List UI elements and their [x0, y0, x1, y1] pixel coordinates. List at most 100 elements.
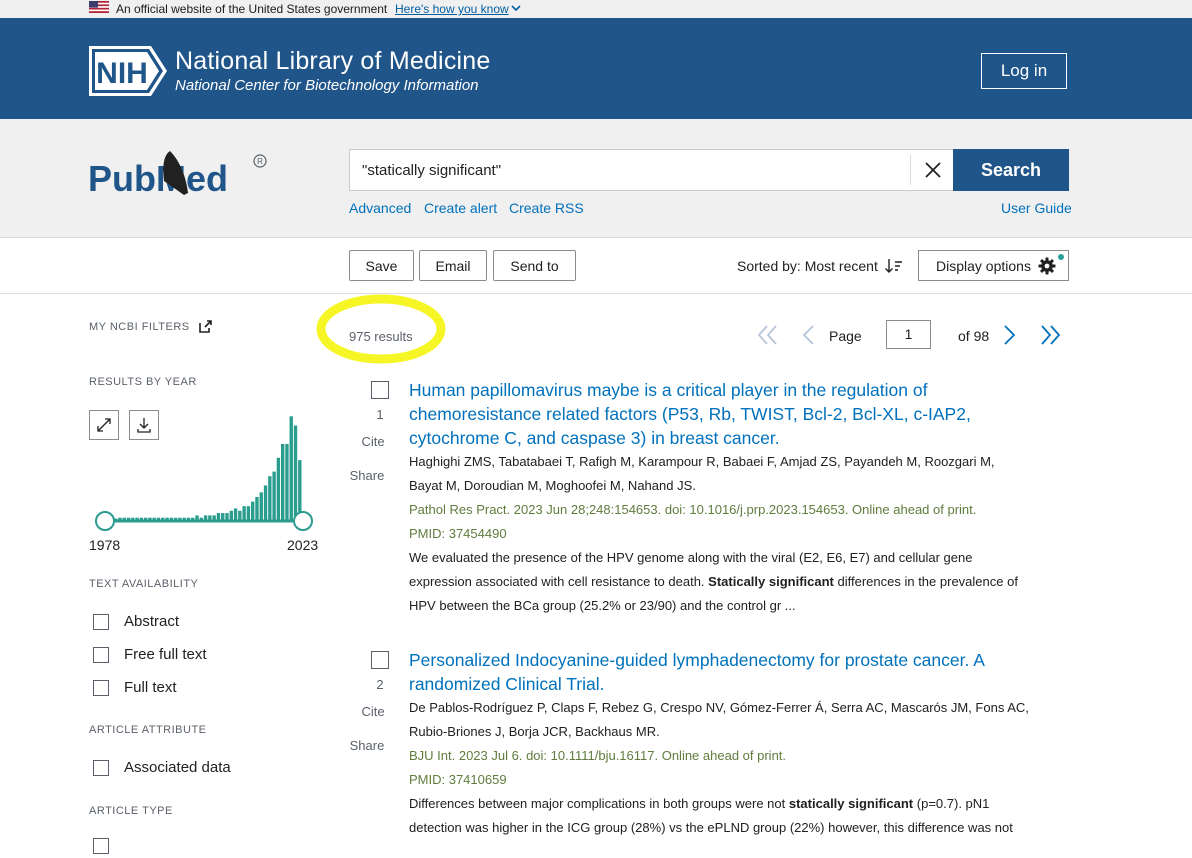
histogram-bar-2003[interactable]: [212, 515, 216, 520]
histogram-bar-2001[interactable]: [203, 515, 208, 520]
article-citation: BJU Int. 2023 Jul 6. doi: 10.1111/bju.16…: [409, 748, 787, 763]
histogram-bar-2006[interactable]: [225, 513, 229, 520]
email-button[interactable]: Email: [419, 250, 487, 281]
filter-checkbox[interactable]: [93, 760, 109, 776]
article-title-link[interactable]: Personalized Indocyanine-guided lymphade…: [409, 648, 1019, 696]
article-number: 1: [376, 407, 384, 422]
article-attribute-heading: ARTICLE ATTRIBUTE: [89, 724, 207, 736]
gov-banner: An official website of the United States…: [0, 0, 1192, 18]
histogram-bar-2021[interactable]: [289, 416, 293, 520]
histogram-bar-2016[interactable]: [268, 476, 272, 520]
nlm-title[interactable]: National Library of Medicine: [175, 47, 490, 76]
article-type-heading: ARTICLE TYPE: [89, 805, 173, 817]
share-button[interactable]: Share: [349, 468, 385, 483]
nih-logo[interactable]: NIH: [89, 46, 167, 96]
my-ncbi-filters-heading[interactable]: MY NCBI FILTERS: [89, 321, 190, 333]
article-authors: Rubio-Briones J, Borja JCR, Backhaus MR.: [409, 724, 660, 739]
user-guide-link[interactable]: User Guide: [1001, 200, 1072, 216]
filter-checkbox[interactable]: [93, 614, 109, 630]
sort-label[interactable]: Sorted by: Most recent: [737, 258, 878, 274]
histogram-bar-2009[interactable]: [238, 510, 242, 520]
year-end-label: 2023: [287, 537, 319, 553]
us-flag-icon: [89, 1, 109, 13]
external-link-icon[interactable]: [199, 320, 212, 333]
article-checkbox[interactable]: [371, 381, 389, 399]
ncbi-subtitle: National Center for Biotechnology Inform…: [175, 77, 479, 94]
heres-how-you-know-link[interactable]: Here's how you know: [395, 2, 509, 16]
nih-header: NIH National Library of Medicine Nationa…: [0, 18, 1192, 119]
filter-checkbox[interactable]: [93, 647, 109, 663]
snippet-text: differences in the prevalence of: [837, 574, 1018, 589]
histogram-bar-2004[interactable]: [216, 513, 221, 520]
search-input[interactable]: [350, 150, 910, 190]
histogram-bar-2014[interactable]: [259, 492, 263, 520]
pubmed-logo-text: PubMed: [88, 158, 228, 199]
article-citation: Pathol Res Pract. 2023 Jun 28;248:154653…: [409, 502, 977, 517]
text-availability-heading: TEXT AVAILABILITY: [89, 578, 199, 590]
histogram-bar-2019[interactable]: [280, 443, 285, 520]
download-chart-button[interactable]: [129, 410, 159, 440]
histogram-bar-2023[interactable]: [298, 460, 302, 520]
share-button[interactable]: Share: [349, 738, 385, 753]
search-area: PubMed R Search Advanced Create alert Cr…: [0, 119, 1192, 238]
create-rss-link[interactable]: Create RSS: [509, 200, 584, 216]
search-box: [349, 149, 954, 191]
toolbar-divider: [0, 293, 1192, 294]
advanced-link[interactable]: Advanced: [349, 200, 411, 216]
next-page-icon[interactable]: [1003, 323, 1017, 347]
login-button[interactable]: Log in: [981, 53, 1067, 89]
page-number-input[interactable]: 1: [886, 320, 931, 349]
year-slider-end-handle[interactable]: [293, 511, 313, 531]
article-pmid: PMID: 37410659: [409, 772, 507, 787]
send-to-button[interactable]: Send to: [493, 250, 576, 281]
display-options-button[interactable]: Display options: [918, 250, 1069, 281]
article-authors: Haghighi ZMS, Tabatabaei T, Rafigh M, Ka…: [409, 454, 995, 469]
histogram-bar-2008[interactable]: [233, 508, 238, 520]
filter-label: Associated data: [124, 759, 231, 776]
cite-button[interactable]: Cite: [349, 704, 397, 719]
histogram-bar-2007[interactable]: [229, 510, 233, 520]
chevron-down-icon[interactable]: [510, 3, 522, 13]
search-result-article: 1 Cite Share Human papillomavirus maybe …: [349, 378, 1069, 621]
filter-label: Free full text: [124, 646, 207, 663]
sort-direction-icon[interactable]: [884, 257, 904, 275]
article-snippet: expression associated with cell resistan…: [409, 570, 1018, 594]
filter-checkbox[interactable]: [93, 680, 109, 696]
histogram-bar-2011[interactable]: [246, 506, 251, 520]
histogram-bar-2020[interactable]: [285, 443, 289, 520]
results-by-year-histogram[interactable]: [89, 400, 319, 535]
expand-chart-button[interactable]: [89, 410, 119, 440]
gov-banner-text: An official website of the United States…: [116, 2, 388, 16]
snippet-highlight: Statically significant: [708, 574, 834, 589]
search-button[interactable]: Search: [953, 149, 1069, 191]
histogram-bar-2017[interactable]: [272, 471, 276, 520]
filter-checkbox[interactable]: [93, 838, 109, 854]
create-alert-link[interactable]: Create alert: [424, 200, 497, 216]
previous-page-icon[interactable]: [801, 323, 815, 347]
gear-icon: [1038, 257, 1056, 275]
histogram-bar-2010[interactable]: [242, 506, 246, 520]
article-snippet: Differences between major complications …: [409, 792, 989, 816]
article-snippet: detection was higher in the ICG group (2…: [409, 820, 1013, 835]
year-start-label: 1978: [89, 537, 121, 553]
save-button[interactable]: Save: [349, 250, 414, 281]
article-title-link[interactable]: Human papillomavirus maybe is a critical…: [409, 378, 1019, 450]
first-page-icon[interactable]: [757, 323, 779, 347]
last-page-icon[interactable]: [1039, 323, 1061, 347]
close-icon: [924, 162, 941, 178]
histogram-bar-1999[interactable]: [195, 515, 199, 520]
pubmed-logo[interactable]: PubMed R: [88, 143, 273, 207]
histogram-bar-2013[interactable]: [255, 496, 259, 520]
histogram-bar-2005[interactable]: [221, 513, 225, 520]
clear-search-button[interactable]: [910, 155, 954, 185]
article-checkbox[interactable]: [371, 651, 389, 669]
histogram-bar-2012[interactable]: [251, 501, 255, 520]
histogram-bar-2022[interactable]: [293, 425, 298, 520]
histogram-bar-2018[interactable]: [276, 457, 281, 520]
histogram-bar-2015[interactable]: [263, 485, 268, 520]
display-options-label: Display options: [936, 258, 1031, 274]
snippet-highlight: statically significant: [788, 796, 914, 811]
cite-button[interactable]: Cite: [349, 434, 397, 449]
year-slider-start-handle[interactable]: [95, 511, 115, 531]
histogram-bar-2002[interactable]: [208, 515, 212, 520]
